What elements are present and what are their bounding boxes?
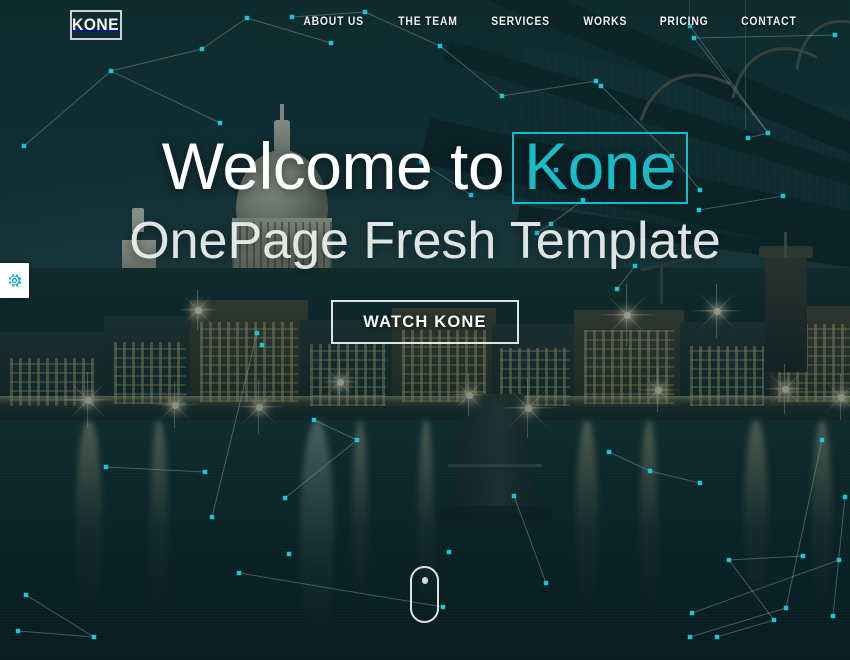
mouse-wheel-dot <box>421 577 428 584</box>
particle-dot <box>647 468 653 474</box>
particle-link <box>17 630 95 638</box>
particle-dot <box>217 120 223 126</box>
particle-link <box>501 80 597 97</box>
particle-link <box>25 594 95 638</box>
hero-title-accent: Kone <box>512 132 689 204</box>
particle-dot <box>199 46 205 52</box>
particle-link <box>513 495 547 584</box>
particle-dot <box>108 68 114 74</box>
particle-dot <box>830 613 836 619</box>
particle-dot <box>91 634 97 640</box>
particle-dot <box>202 469 208 475</box>
particle-dot <box>687 634 693 640</box>
page-root: KONE ABOUT US THE TEAM SERVICES WORKS PR… <box>0 0 850 660</box>
particle-link <box>608 451 651 472</box>
nav-item-contact[interactable]: CONTACT <box>741 16 797 28</box>
particle-link <box>728 555 804 561</box>
particle-dot <box>819 437 825 443</box>
particle-dot <box>543 580 549 586</box>
particle-link <box>728 559 775 621</box>
particle-dot <box>286 551 292 557</box>
particle-dot <box>771 617 777 623</box>
particle-link <box>211 332 258 518</box>
hero-title: Welcome to Kone <box>0 130 850 204</box>
nav-item-services[interactable]: SERVICES <box>491 16 550 28</box>
particle-dot <box>593 78 599 84</box>
particle-link <box>110 70 221 124</box>
particle-link <box>439 45 503 97</box>
particle-dot <box>103 464 109 470</box>
scroll-down-mouse-indicator[interactable] <box>410 566 439 623</box>
particle-dot <box>697 480 703 486</box>
particle-link <box>105 466 206 473</box>
nav-item-the-team[interactable]: THE TEAM <box>398 16 457 28</box>
particle-link <box>832 496 846 617</box>
nav-item-works[interactable]: WORKS <box>583 16 627 28</box>
logo-text: KONE <box>72 15 120 34</box>
particle-dot <box>15 628 21 634</box>
hero-subtitle: OnePage Fresh Template <box>129 212 721 270</box>
main-navigation: ABOUT US THE TEAM SERVICES WORKS PRICING… <box>300 0 800 44</box>
nav-item-about-us[interactable]: ABOUT US <box>303 16 364 28</box>
particle-dot <box>783 605 789 611</box>
particle-dot <box>311 417 317 423</box>
particle-dot <box>689 610 695 616</box>
particle-dot <box>446 549 452 555</box>
nav-item-pricing[interactable]: PRICING <box>659 16 708 28</box>
particle-dot <box>511 493 517 499</box>
particle-link <box>689 607 787 638</box>
particle-dot <box>23 592 29 598</box>
style-switcher-toggle[interactable] <box>0 263 29 298</box>
particle-dot <box>236 570 242 576</box>
particle-dot <box>440 604 446 610</box>
particle-dot <box>842 494 848 500</box>
particle-dot <box>726 557 732 563</box>
particle-dot <box>598 83 604 89</box>
gear-icon <box>8 274 22 287</box>
site-header: KONE ABOUT US THE TEAM SERVICES WORKS PR… <box>0 0 850 44</box>
particle-dot <box>282 495 288 501</box>
particle-dot <box>800 553 806 559</box>
particle-dot <box>354 437 360 443</box>
particle-dot <box>437 43 443 49</box>
particle-dot <box>836 557 842 563</box>
particle-link <box>785 439 823 609</box>
hero-title-plain: Welcome to <box>161 129 505 203</box>
particle-link <box>693 37 769 134</box>
hero-section: Welcome to Kone OnePage Fresh Template WA… <box>0 130 850 344</box>
particle-link <box>110 48 203 72</box>
particle-link <box>284 439 358 499</box>
particle-dot <box>499 93 505 99</box>
particle-dot <box>209 514 215 520</box>
particle-link <box>313 419 358 441</box>
particle-link <box>691 559 840 614</box>
logo-kone[interactable]: KONE <box>70 10 122 40</box>
particle-link <box>716 619 775 638</box>
particle-dot <box>606 449 612 455</box>
watch-kone-button[interactable]: WATCH KONE <box>331 300 519 344</box>
particle-dot <box>714 634 720 640</box>
particle-link <box>649 470 701 484</box>
